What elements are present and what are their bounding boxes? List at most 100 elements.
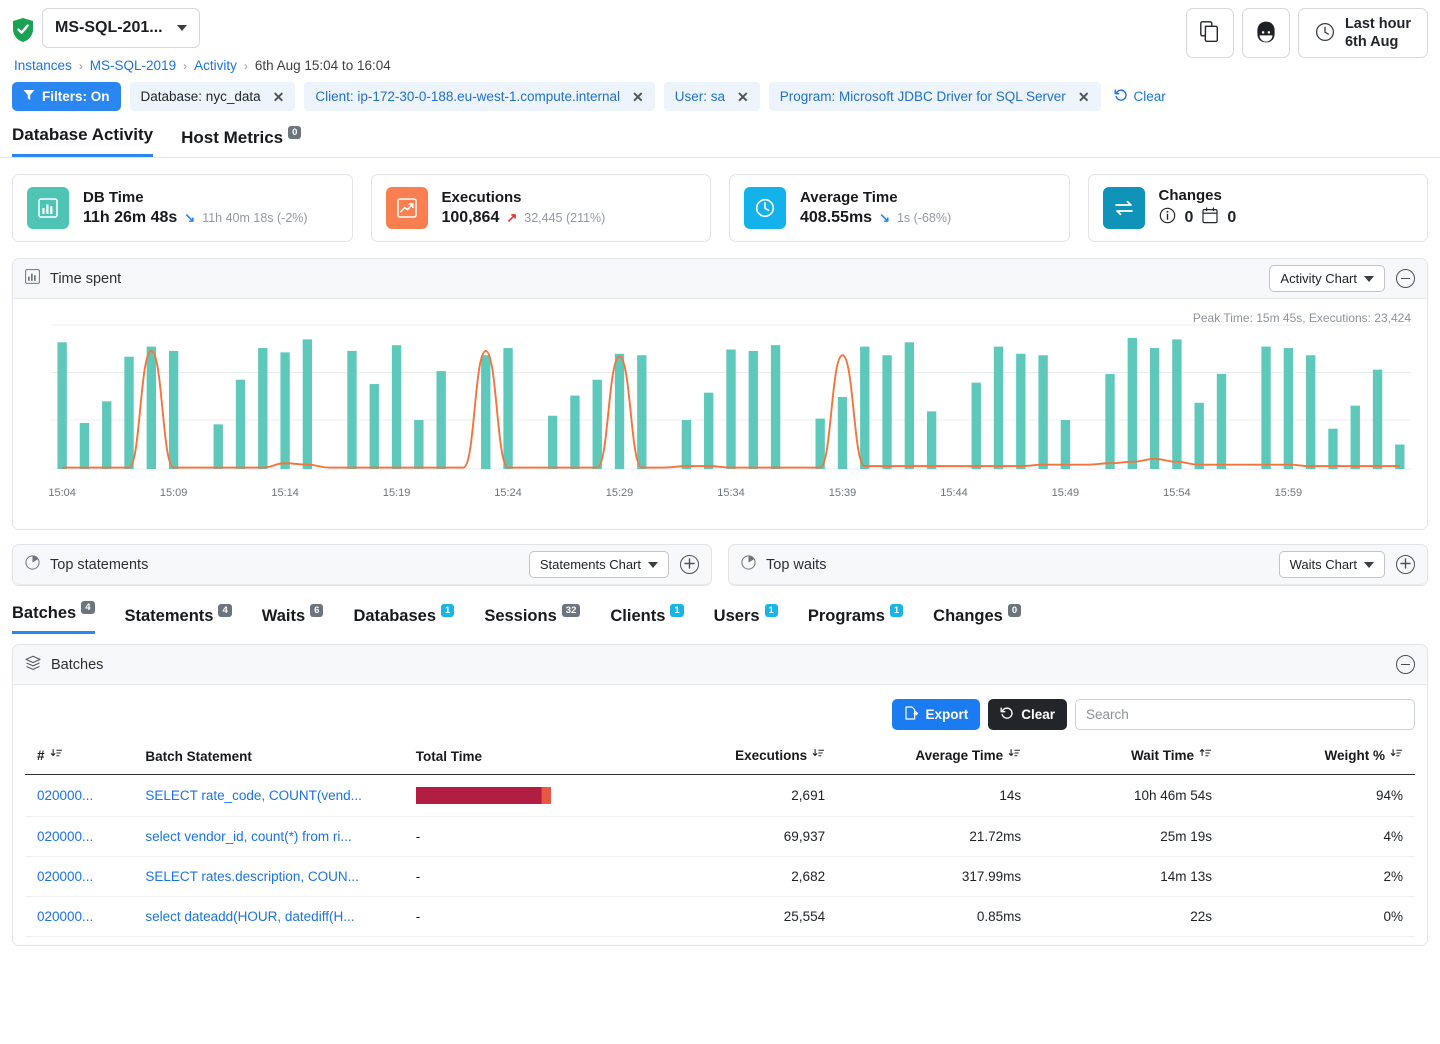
column-header-batch-statement[interactable]: Batch Statement	[133, 740, 403, 775]
export-button[interactable]: Export	[892, 699, 980, 730]
section-tab-label: Statements	[125, 607, 214, 626]
filter-chip-client[interactable]: Client: ip-172-30-0-188.eu-west-1.comput…	[304, 82, 654, 111]
statements-chart-select[interactable]: Statements Chart	[529, 551, 669, 578]
table-row[interactable]: 020000... select dateadd(HOUR, datediff(H…	[25, 897, 1415, 937]
section-tab-programs[interactable]: Programs1	[808, 607, 903, 634]
kpi-title: Executions	[442, 189, 606, 206]
add-waits-chart-button[interactable]	[1396, 555, 1415, 574]
breadcrumb-item-instances[interactable]: Instances	[14, 58, 72, 73]
column-header-label: Wait Time	[1131, 748, 1194, 763]
cell-id[interactable]: 020000...	[25, 817, 133, 857]
time-range-button[interactable]: Last hour 6th Aug	[1298, 8, 1428, 58]
close-icon[interactable]: ✕	[273, 90, 285, 104]
section-tab-sessions[interactable]: Sessions32	[484, 607, 580, 634]
kpi-value: 408.55ms	[800, 209, 872, 227]
clear-table-button[interactable]: Clear	[988, 699, 1067, 730]
column-header-executions[interactable]: Executions	[662, 740, 837, 775]
copy-button[interactable]	[1186, 8, 1234, 58]
x-axis-tick-label: 15:59	[1275, 487, 1303, 499]
kpi-card-changes[interactable]: Changes 0 0	[1088, 174, 1429, 242]
breadcrumb-item-mssql2019[interactable]: MS-SQL-2019	[90, 58, 176, 73]
cell-statement[interactable]: select dateadd(HOUR, datediff(H...	[133, 897, 403, 937]
sort-indicator-icon[interactable]	[50, 748, 63, 764]
section-tab-waits[interactable]: Waits6	[262, 607, 324, 634]
close-icon[interactable]: ✕	[632, 90, 644, 104]
cell-total-time	[404, 775, 662, 817]
section-tab-clients[interactable]: Clients1	[610, 607, 683, 634]
top-statements-header: Top statements Statements Chart	[13, 545, 711, 585]
filter-chip-database[interactable]: Database: nyc_data ✕	[130, 82, 296, 111]
sort-indicator-icon[interactable]	[812, 748, 825, 764]
search-input[interactable]	[1075, 699, 1415, 730]
pie-chart-icon	[25, 555, 40, 574]
waits-chart-select[interactable]: Waits Chart	[1279, 551, 1385, 578]
batch-id-link[interactable]: 020000...	[37, 909, 93, 924]
activity-chart[interactable]: 15:0415:0915:1415:1915:2415:2915:3415:39…	[13, 299, 1427, 525]
table-row[interactable]: 020000... SELECT rates.description, COUN.…	[25, 857, 1415, 897]
tab-database-activity[interactable]: Database Activity	[12, 125, 153, 157]
section-tab-batches[interactable]: Batches4	[12, 604, 95, 634]
column-header-total-time[interactable]: Total Time	[404, 740, 662, 775]
collapse-panel-button[interactable]	[1396, 269, 1415, 288]
breadcrumb-separator: ›	[183, 59, 187, 73]
sort-indicator-icon[interactable]	[1390, 748, 1403, 764]
section-tab-badge: 4	[81, 601, 94, 614]
filters-toggle[interactable]: Filters: On	[12, 82, 121, 111]
section-tab-databases[interactable]: Databases1	[353, 607, 454, 634]
kpi-value: 11h 26m 48s	[83, 209, 177, 227]
close-icon[interactable]: ✕	[737, 90, 749, 104]
clear-filters-button[interactable]: Clear	[1114, 88, 1166, 105]
activity-chart-select[interactable]: Activity Chart	[1269, 265, 1385, 292]
batch-id-link[interactable]: 020000...	[37, 788, 93, 803]
copy-icon	[1200, 21, 1219, 45]
instance-selector[interactable]: MS-SQL-201...	[42, 8, 200, 48]
column-header-wait-time[interactable]: Wait Time	[1033, 740, 1224, 775]
column-header-[interactable]: #	[25, 740, 133, 775]
waits-chart-select-label: Waits Chart	[1290, 557, 1357, 572]
batch-statement-link[interactable]: SELECT rates.description, COUN...	[145, 869, 359, 884]
cell-executions: 25,554	[662, 897, 837, 937]
cell-statement[interactable]: SELECT rates.description, COUN...	[133, 857, 403, 897]
cell-id[interactable]: 020000...	[25, 857, 133, 897]
batch-id-link[interactable]: 020000...	[37, 869, 93, 884]
cell-average-time-value: 317.99ms	[962, 869, 1021, 884]
close-icon[interactable]: ✕	[1078, 90, 1090, 104]
section-tab-users[interactable]: Users1	[714, 607, 778, 634]
cell-wait-time: 22s	[1033, 897, 1224, 937]
x-axis-tick-label: 15:34	[717, 487, 745, 499]
batches-panel-header: Batches	[13, 645, 1427, 685]
chevron-down-icon	[1364, 562, 1374, 568]
cell-statement[interactable]: SELECT rate_code, COUNT(vend...	[133, 775, 403, 817]
filter-chip-user[interactable]: User: sa ✕	[664, 82, 760, 111]
assistant-bot-button[interactable]	[1242, 8, 1290, 58]
kpi-compare: 1s (-68%)	[897, 211, 951, 225]
table-row[interactable]: 020000... select vendor_id, count(*) from…	[25, 817, 1415, 857]
tab-host-metrics[interactable]: Host Metrics 0	[181, 128, 301, 157]
section-tab-statements[interactable]: Statements4	[125, 607, 232, 634]
table-row[interactable]: 020000... SELECT rate_code, COUNT(vend...…	[25, 775, 1415, 817]
batch-statement-link[interactable]: select vendor_id, count(*) from ri...	[145, 829, 351, 844]
kpi-card-executions[interactable]: Executions 100,864 ↗ 32,445 (211%)	[371, 174, 712, 242]
trend-down-icon: ↘	[879, 210, 890, 226]
cell-id[interactable]: 020000...	[25, 775, 133, 817]
collapse-batches-button[interactable]	[1396, 655, 1415, 674]
cell-wait-time: 14m 13s	[1033, 857, 1224, 897]
kpi-card-db-time[interactable]: DB Time 11h 26m 48s ↘ 11h 40m 18s (-2%)	[12, 174, 353, 242]
column-header-weight[interactable]: Weight %	[1224, 740, 1415, 775]
breadcrumb-item-activity[interactable]: Activity	[194, 58, 237, 73]
cell-id[interactable]: 020000...	[25, 897, 133, 937]
sort-indicator-icon[interactable]	[1199, 748, 1212, 764]
cell-average-time: 0.85ms	[837, 897, 1033, 937]
sort-indicator-icon[interactable]	[1008, 748, 1021, 764]
add-statements-chart-button[interactable]	[680, 555, 699, 574]
changes-info-count: 0	[1185, 209, 1194, 227]
filter-chip-program[interactable]: Program: Microsoft JDBC Driver for SQL S…	[769, 82, 1101, 111]
batch-statement-link[interactable]: select dateadd(HOUR, datediff(H...	[145, 909, 354, 924]
batch-statement-link[interactable]: SELECT rate_code, COUNT(vend...	[145, 788, 362, 803]
cell-statement[interactable]: select vendor_id, count(*) from ri...	[133, 817, 403, 857]
top-waits-panel: Top waits Waits Chart	[728, 544, 1428, 586]
column-header-average-time[interactable]: Average Time	[837, 740, 1033, 775]
batch-id-link[interactable]: 020000...	[37, 829, 93, 844]
kpi-card-average-time[interactable]: Average Time 408.55ms ↘ 1s (-68%)	[729, 174, 1070, 242]
section-tab-changes[interactable]: Changes0	[933, 607, 1021, 634]
